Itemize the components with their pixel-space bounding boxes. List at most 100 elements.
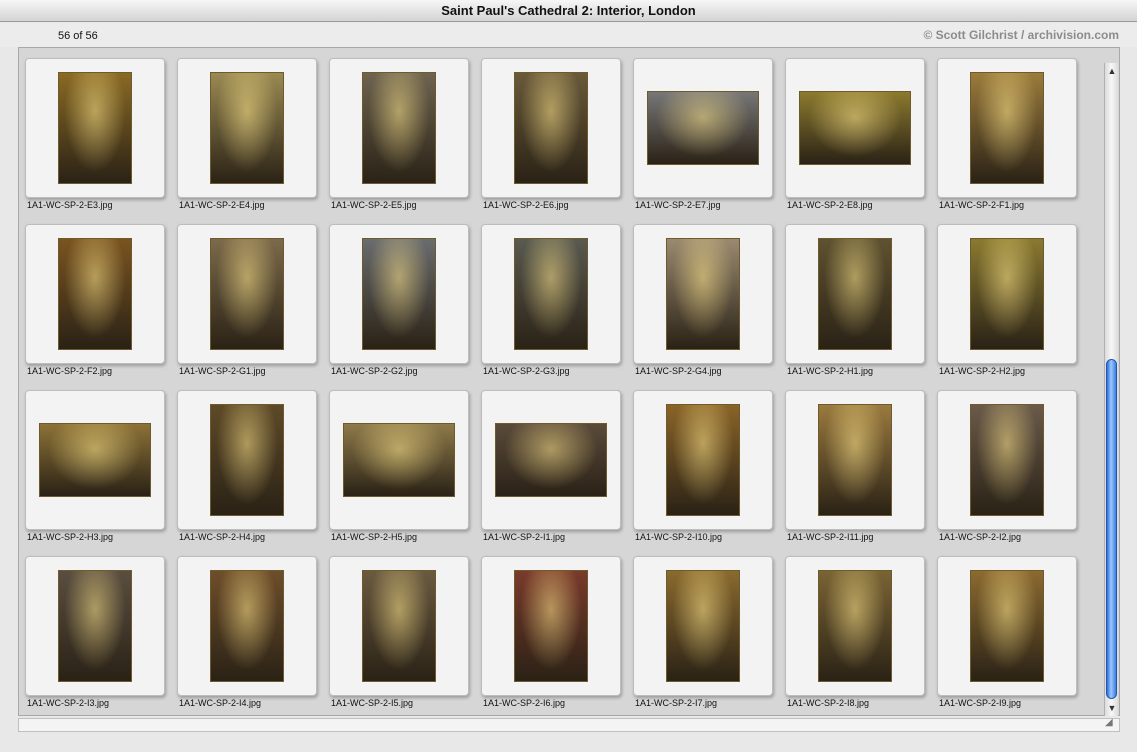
thumbnail-image[interactable] — [58, 570, 132, 682]
thumbnail-frame[interactable] — [785, 58, 925, 198]
thumbnail-item[interactable]: 1A1-WC-SP-2-H1.jpg — [785, 224, 925, 390]
thumbnail-item[interactable]: 1A1-WC-SP-2-I2.jpg — [937, 390, 1077, 556]
thumbnail-item[interactable]: 1A1-WC-SP-2-E5.jpg — [329, 58, 469, 224]
thumbnail-image[interactable] — [970, 570, 1044, 682]
thumbnail-image[interactable] — [210, 404, 284, 516]
thumbnail-frame[interactable] — [785, 556, 925, 696]
thumbnail-image[interactable] — [58, 238, 132, 350]
thumbnail-filename: 1A1-WC-SP-2-E6.jpg — [483, 200, 569, 210]
thumbnail-frame[interactable] — [481, 224, 621, 364]
thumbnail-frame[interactable] — [25, 58, 165, 198]
thumbnail-image[interactable] — [210, 238, 284, 350]
thumbnail-item[interactable]: 1A1-WC-SP-2-E8.jpg — [785, 58, 925, 224]
thumbnail-frame[interactable] — [25, 390, 165, 530]
thumbnail-image[interactable] — [970, 238, 1044, 350]
thumbnail-frame[interactable] — [177, 58, 317, 198]
thumbnail-filename: 1A1-WC-SP-2-H4.jpg — [179, 532, 266, 542]
thumbnail-image[interactable] — [666, 570, 740, 682]
thumbnail-item[interactable]: 1A1-WC-SP-2-I11.jpg — [785, 390, 925, 556]
thumbnail-image[interactable] — [799, 91, 911, 165]
thumbnail-frame[interactable] — [937, 224, 1077, 364]
thumbnail-filename: 1A1-WC-SP-2-H3.jpg — [27, 532, 114, 542]
thumbnail-image[interactable] — [495, 423, 607, 497]
thumbnail-frame[interactable] — [633, 224, 773, 364]
thumbnail-item[interactable]: 1A1-WC-SP-2-G1.jpg — [177, 224, 317, 390]
thumbnail-image[interactable] — [514, 72, 588, 184]
thumbnail-image[interactable] — [970, 404, 1044, 516]
thumbnail-item[interactable]: 1A1-WC-SP-2-I1.jpg — [481, 390, 621, 556]
thumbnail-frame[interactable] — [937, 390, 1077, 530]
thumbnail-image[interactable] — [210, 72, 284, 184]
thumbnail-frame[interactable] — [481, 390, 621, 530]
thumbnail-frame[interactable] — [177, 390, 317, 530]
thumbnail-item[interactable]: 1A1-WC-SP-2-E6.jpg — [481, 58, 621, 224]
thumbnail-frame[interactable] — [177, 224, 317, 364]
thumbnail-item[interactable]: 1A1-WC-SP-2-I8.jpg — [785, 556, 925, 715]
thumbnail-item[interactable]: 1A1-WC-SP-2-H4.jpg — [177, 390, 317, 556]
thumbnail-item[interactable]: 1A1-WC-SP-2-E4.jpg — [177, 58, 317, 224]
thumbnail-filename: 1A1-WC-SP-2-H2.jpg — [939, 366, 1026, 376]
thumbnail-item[interactable]: 1A1-WC-SP-2-H2.jpg — [937, 224, 1077, 390]
thumbnail-image[interactable] — [39, 423, 151, 497]
thumbnail-image[interactable] — [362, 72, 436, 184]
thumbnail-frame[interactable] — [177, 556, 317, 696]
thumbnail-item[interactable]: 1A1-WC-SP-2-H5.jpg — [329, 390, 469, 556]
thumbnail-filename: 1A1-WC-SP-2-G4.jpg — [635, 366, 722, 376]
thumbnail-item[interactable]: 1A1-WC-SP-2-G4.jpg — [633, 224, 773, 390]
thumbnail-frame[interactable] — [633, 556, 773, 696]
thumbnail-filename: 1A1-WC-SP-2-E5.jpg — [331, 200, 417, 210]
thumbnail-item[interactable]: 1A1-WC-SP-2-E3.jpg — [25, 58, 165, 224]
thumbnail-image[interactable] — [362, 570, 436, 682]
thumbnail-image[interactable] — [970, 72, 1044, 184]
thumbnail-filename: 1A1-WC-SP-2-I10.jpg — [635, 532, 723, 542]
thumbnail-frame[interactable] — [481, 58, 621, 198]
thumbnail-frame[interactable] — [785, 224, 925, 364]
thumbnail-frame[interactable] — [481, 556, 621, 696]
thumbnail-image[interactable] — [647, 91, 759, 165]
window-title: Saint Paul's Cathedral 2: Interior, Lond… — [0, 0, 1137, 22]
thumbnail-frame[interactable] — [937, 556, 1077, 696]
thumbnail-item[interactable]: 1A1-WC-SP-2-I10.jpg — [633, 390, 773, 556]
thumbnail-frame[interactable] — [633, 390, 773, 530]
thumbnail-filename: 1A1-WC-SP-2-E8.jpg — [787, 200, 873, 210]
thumbnail-image[interactable] — [514, 570, 588, 682]
thumbnail-frame[interactable] — [25, 556, 165, 696]
thumbnail-image[interactable] — [58, 72, 132, 184]
thumbnail-item[interactable]: 1A1-WC-SP-2-E7.jpg — [633, 58, 773, 224]
thumbnail-image[interactable] — [666, 238, 740, 350]
thumbnail-item[interactable]: 1A1-WC-SP-2-I6.jpg — [481, 556, 621, 715]
thumbnail-image[interactable] — [818, 570, 892, 682]
thumbnail-image[interactable] — [666, 404, 740, 516]
thumbnail-image[interactable] — [362, 238, 436, 350]
up-arrow-icon[interactable]: ▲ — [1106, 65, 1118, 77]
thumbnail-frame[interactable] — [785, 390, 925, 530]
thumbnail-frame[interactable] — [329, 58, 469, 198]
thumbnail-frame[interactable] — [25, 224, 165, 364]
thumbnail-frame[interactable] — [329, 556, 469, 696]
thumbnail-item[interactable]: 1A1-WC-SP-2-I4.jpg — [177, 556, 317, 715]
thumbnail-item[interactable]: 1A1-WC-SP-2-F2.jpg — [25, 224, 165, 390]
thumbnail-item[interactable]: 1A1-WC-SP-2-I5.jpg — [329, 556, 469, 715]
thumbnail-filename: 1A1-WC-SP-2-H1.jpg — [787, 366, 874, 376]
thumbnail-item[interactable]: 1A1-WC-SP-2-G2.jpg — [329, 224, 469, 390]
scroll-thumb[interactable] — [1106, 359, 1117, 699]
thumbnail-item[interactable]: 1A1-WC-SP-2-G3.jpg — [481, 224, 621, 390]
thumbnail-image[interactable] — [343, 423, 455, 497]
thumbnail-item[interactable]: 1A1-WC-SP-2-H3.jpg — [25, 390, 165, 556]
thumbnail-image[interactable] — [818, 238, 892, 350]
thumbnail-image[interactable] — [210, 570, 284, 682]
resize-grip-icon[interactable]: ◢ — [1105, 717, 1117, 729]
thumbnail-item[interactable]: 1A1-WC-SP-2-I7.jpg — [633, 556, 773, 715]
thumbnail-frame[interactable] — [329, 224, 469, 364]
vertical-scrollbar[interactable]: ▲ ▼ — [1104, 63, 1118, 716]
thumbnail-frame[interactable] — [329, 390, 469, 530]
thumbnail-image[interactable] — [818, 404, 892, 516]
thumbnail-image[interactable] — [514, 238, 588, 350]
thumbnail-item[interactable]: 1A1-WC-SP-2-I9.jpg — [937, 556, 1077, 715]
thumbnail-item[interactable]: 1A1-WC-SP-2-I3.jpg — [25, 556, 165, 715]
thumbnail-frame[interactable] — [937, 58, 1077, 198]
thumbnail-frame[interactable] — [633, 58, 773, 198]
thumbnail-filename: 1A1-WC-SP-2-I8.jpg — [787, 698, 870, 708]
thumbnail-item[interactable]: 1A1-WC-SP-2-F1.jpg — [937, 58, 1077, 224]
down-arrow-icon[interactable]: ▼ — [1106, 702, 1118, 714]
